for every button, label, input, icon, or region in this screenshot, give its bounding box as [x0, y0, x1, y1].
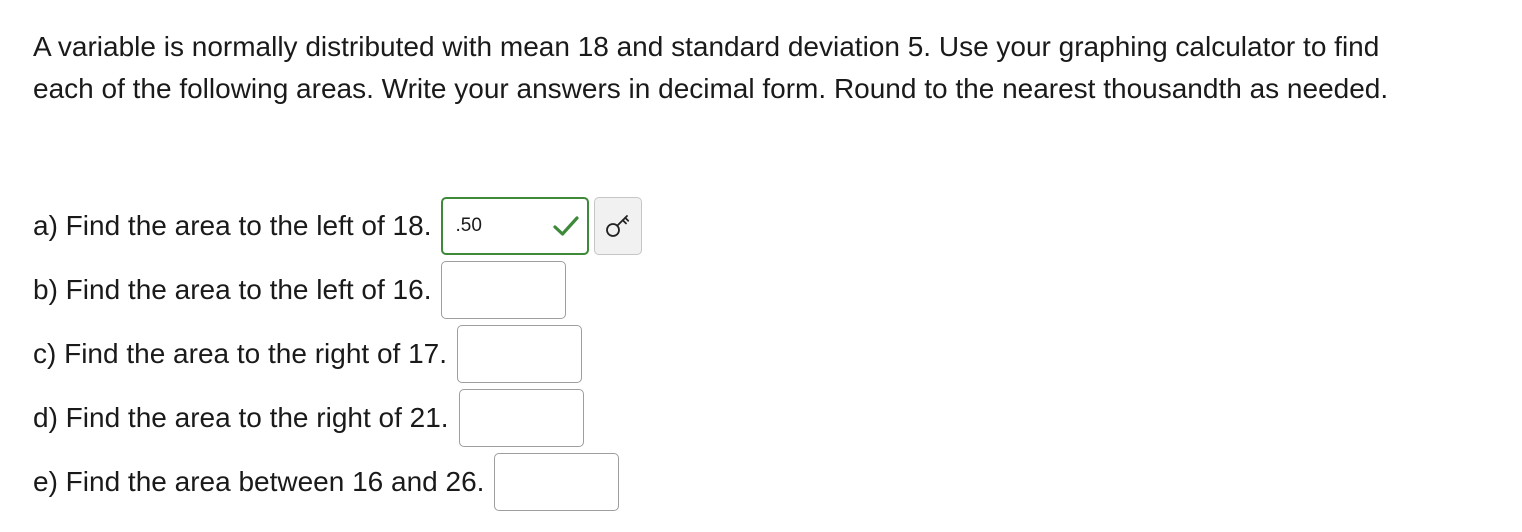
question-row-b: b) Find the area to the left of 16.: [33, 260, 642, 320]
question-b-label: b) Find the area to the left of 16.: [33, 274, 432, 305]
answer-field-c[interactable]: [457, 325, 583, 383]
answer-field-d[interactable]: [458, 389, 584, 447]
answer-field-e[interactable]: [494, 453, 620, 511]
question-c-label: c) Find the area to the right of 17.: [33, 338, 448, 369]
question-row-d: d) Find the area to the right of 21.: [33, 388, 642, 448]
question-row-c: c) Find the area to the right of 17.: [33, 324, 642, 384]
key-icon: [606, 215, 630, 237]
problem-instructions: A variable is normally distributed with …: [33, 31, 1389, 104]
question-e-label: e) Find the area between 16 and 26.: [33, 466, 485, 497]
question-row-a: a) Find the area to the left of 18. .50: [33, 196, 643, 256]
checkmark-icon: [553, 216, 580, 236]
answer-a-value: .50: [455, 215, 482, 236]
question-a-label: a) Find the area to the left of 18.: [33, 210, 432, 241]
question-d-label: d) Find the area to the right of 21.: [33, 402, 449, 433]
question-row-e: e) Find the area between 16 and 26.: [33, 452, 642, 512]
answer-field-a[interactable]: .50: [441, 197, 590, 255]
answer-field-b[interactable]: [441, 261, 567, 319]
show-answer-key-button[interactable]: [594, 197, 643, 255]
question-list: a) Find the area to the left of 18. .50 …: [33, 196, 643, 516]
